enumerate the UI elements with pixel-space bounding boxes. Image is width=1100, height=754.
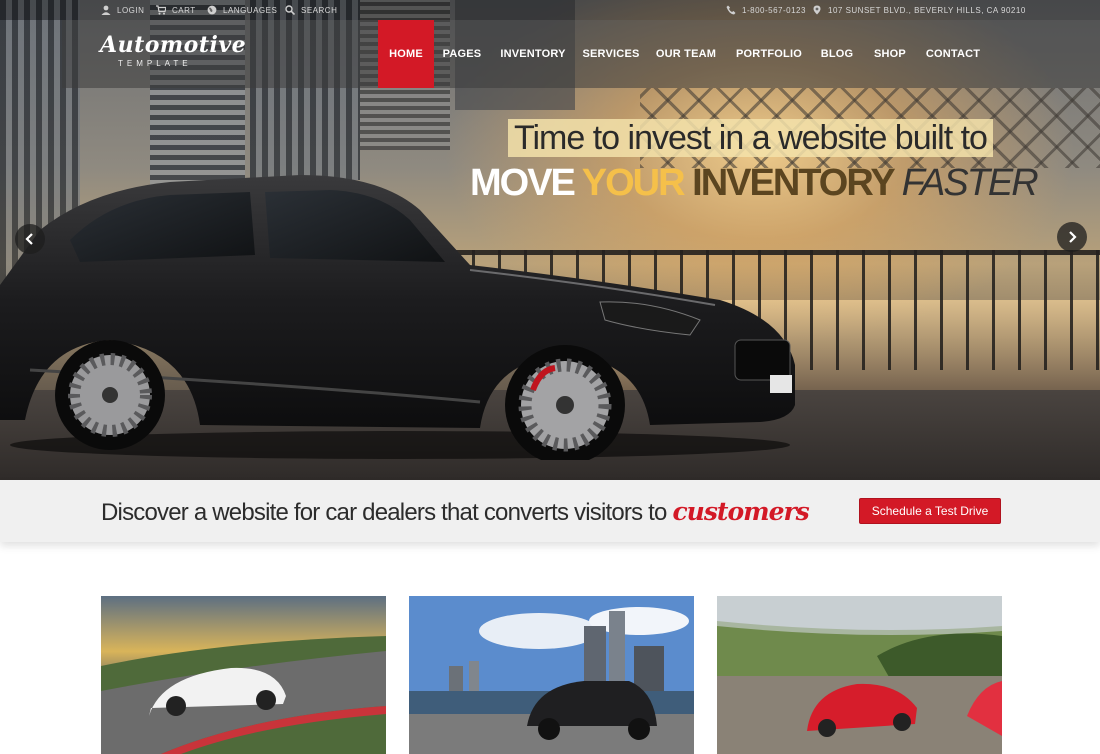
cart-link[interactable]: CART [156, 4, 196, 16]
search-link[interactable]: SEARCH [285, 4, 337, 16]
gallery-thumb-overlook[interactable] [717, 596, 1002, 754]
nav-portfolio[interactable]: PORTFOLIO [732, 20, 806, 88]
phone-info: 1-800-567-0123 [726, 4, 806, 16]
hero-headline-your: YOUR [581, 162, 693, 204]
promo-text: Discover a website for car dealers that … [101, 499, 673, 526]
cart-icon [156, 5, 166, 15]
nav-home[interactable]: HOME [378, 20, 434, 88]
logo-wordmark: Automotive [100, 32, 247, 58]
gallery-thumb-racetrack[interactable] [101, 596, 386, 754]
hero-headline-move: MOVE [470, 162, 582, 204]
promo-accent-word: customers [672, 497, 809, 526]
site-logo[interactable]: Automotive TEMPLATE [100, 32, 246, 68]
nav-contact[interactable]: CONTACT [922, 20, 984, 88]
slider-prev-button[interactable] [15, 224, 45, 254]
hero-car-image [0, 170, 800, 465]
globe-icon [207, 5, 217, 15]
login-label: LOGIN [117, 5, 145, 15]
phone-icon [726, 5, 736, 15]
slider-next-button[interactable] [1057, 222, 1087, 252]
nav-blog[interactable]: BLOG [817, 20, 857, 88]
hero-headline-line2: MOVE YOUR INVENTORY FASTER [470, 162, 1039, 205]
address-text: 107 SUNSET BLVD., BEVERLY HILLS, CA 9021… [828, 5, 1026, 15]
search-icon [285, 5, 295, 15]
nav-shop[interactable]: SHOP [869, 20, 911, 88]
map-pin-icon [812, 5, 822, 15]
address-info: 107 SUNSET BLVD., BEVERLY HILLS, CA 9021… [812, 4, 1026, 16]
gallery-thumb-city-marina[interactable] [409, 596, 694, 754]
search-label: SEARCH [301, 5, 338, 15]
login-link[interactable]: LOGIN [101, 4, 144, 16]
promo-message: Discover a website for car dealers that … [101, 497, 810, 527]
chevron-right-icon [1069, 231, 1077, 243]
logo-subtitle: TEMPLATE [118, 59, 192, 68]
phone-number: 1-800-567-0123 [742, 5, 806, 15]
user-icon [101, 5, 111, 15]
nav-our-team[interactable]: OUR TEAM [652, 20, 720, 88]
chevron-left-icon [25, 233, 33, 245]
schedule-test-drive-button[interactable]: Schedule a Test Drive [859, 498, 1001, 524]
languages-label: LANGUAGES [223, 5, 278, 15]
nav-services[interactable]: SERVICES [581, 20, 641, 88]
nav-inventory[interactable]: INVENTORY [496, 20, 570, 88]
cart-label: CART [172, 5, 196, 15]
languages-link[interactable]: LANGUAGES [207, 4, 277, 16]
hero-headline-highlight: Time to invest in a website built to [508, 119, 993, 157]
hero-headline-line1: Time to invest in a website built to [514, 118, 988, 157]
hero-headline-faster: FASTER [901, 162, 1039, 204]
nav-pages[interactable]: PAGES [436, 20, 488, 88]
hero-headline-inventory: INVENTORY [692, 162, 902, 204]
